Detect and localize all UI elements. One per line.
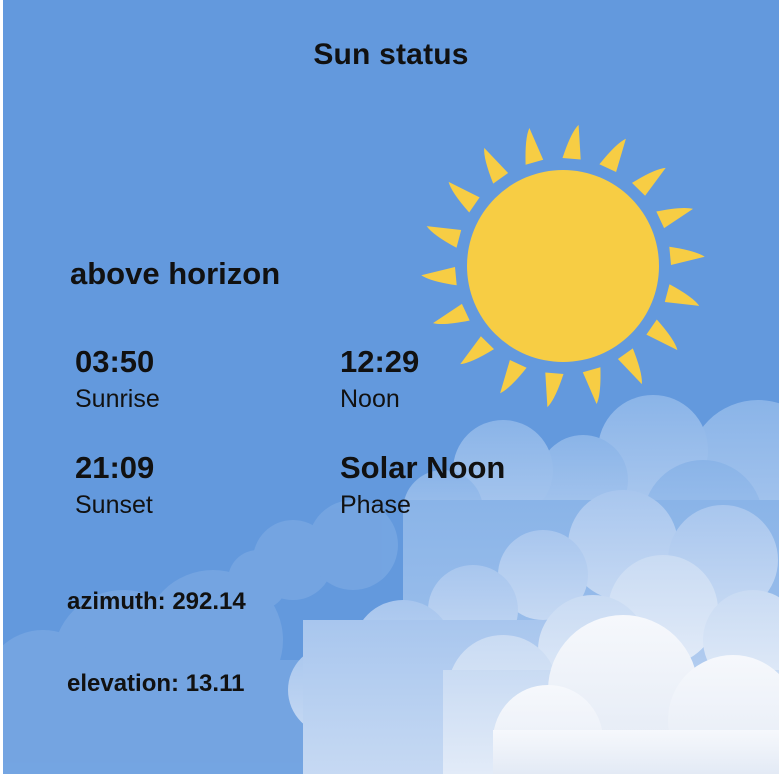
sun-icon: [421, 124, 705, 408]
azimuth-readout: azimuth: 292.14: [67, 588, 246, 615]
sun-ray: [525, 128, 544, 165]
sun-ray: [669, 246, 705, 265]
sunset-time: 21:09: [75, 450, 155, 485]
phase-value: Solar Noon: [340, 450, 506, 485]
sunrise-stat: 03:50 Sunrise: [75, 344, 160, 414]
sun-ray: [500, 360, 527, 394]
noon-time: 12:29: [340, 344, 420, 379]
sun-ray: [664, 284, 700, 306]
sun-ray: [460, 336, 494, 365]
sun-ray: [421, 267, 457, 286]
phase-label: Phase: [340, 491, 411, 519]
sun-ray: [632, 167, 666, 196]
sunrise-label: Sunrise: [75, 385, 160, 413]
card-title: Sun status: [313, 38, 469, 71]
sunrise-time: 03:50: [75, 344, 155, 379]
sun-ray: [582, 367, 601, 404]
sun-ray: [617, 348, 642, 385]
sunset-label: Sunset: [75, 491, 153, 519]
sun-ray: [426, 226, 462, 248]
sun-ray: [599, 138, 626, 172]
sun-ray: [656, 207, 693, 229]
sun-ray: [545, 372, 564, 408]
sun-ray: [646, 319, 678, 351]
sun-ray: [484, 147, 509, 184]
sun-ray: [562, 124, 581, 160]
phase-stat: Solar Noon Phase: [340, 450, 505, 520]
noon-label: Noon: [340, 385, 400, 413]
sun-ray: [448, 181, 480, 213]
elevation-readout: elevation: 13.11: [67, 670, 245, 697]
sun-ray: [433, 303, 470, 325]
sun-status-card: Sun status above horizon 03:50 Sunrise 1…: [3, 0, 779, 774]
noon-stat: 12:29 Noon: [340, 344, 419, 414]
sun-state: above horizon: [70, 256, 281, 291]
sunset-stat: 21:09 Sunset: [75, 450, 154, 520]
